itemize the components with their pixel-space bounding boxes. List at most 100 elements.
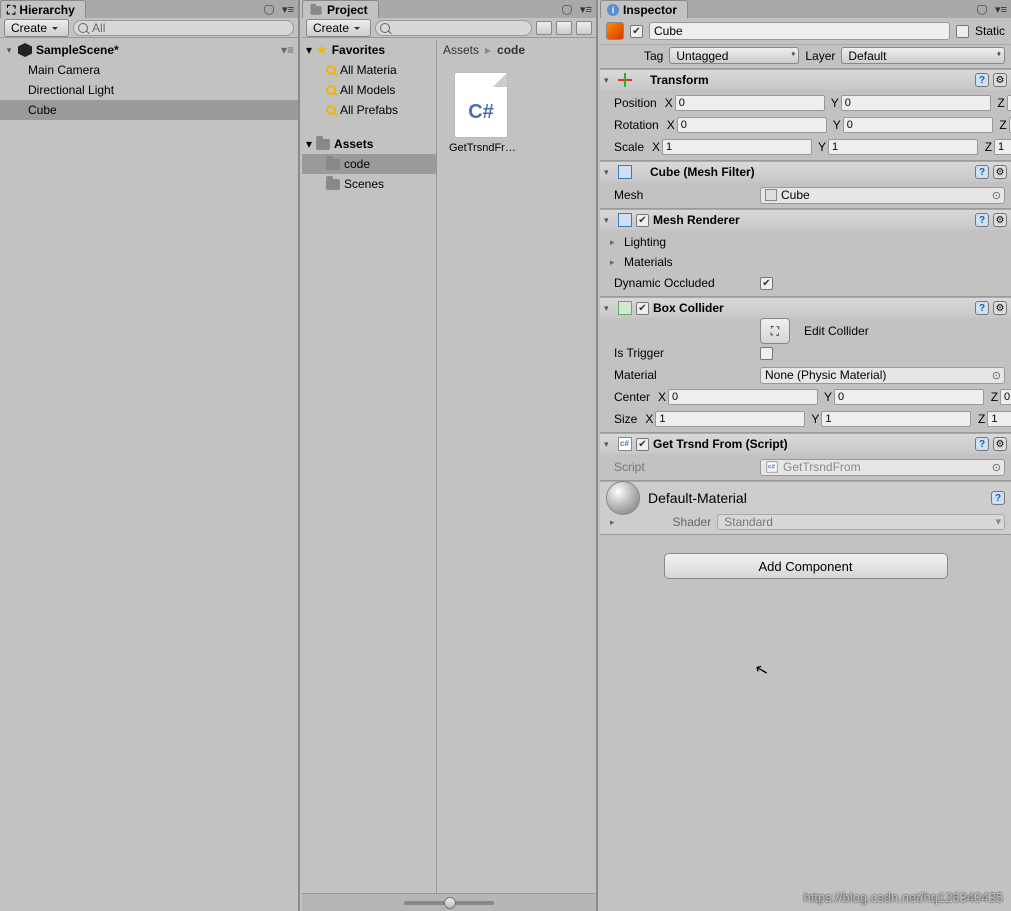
scene-row[interactable]: SampleScene* ▾≡ xyxy=(0,40,298,60)
folder-scenes[interactable]: Scenes xyxy=(302,174,436,194)
inspector-lock-icon[interactable] xyxy=(973,0,991,18)
settings-icon[interactable]: ⚙ xyxy=(993,301,1007,315)
inspector-menu-icon[interactable]: ▾≡ xyxy=(991,0,1011,18)
favorite-item[interactable]: All Materia xyxy=(302,60,436,80)
asset-script-thumb[interactable]: C# GetTrsndFr… xyxy=(449,72,513,154)
boxcollider-enable-checkbox[interactable]: ✔ xyxy=(636,302,649,315)
foldout-icon[interactable] xyxy=(604,303,614,314)
script-enable-checkbox[interactable]: ✔ xyxy=(636,438,649,451)
size-x-input[interactable] xyxy=(655,411,805,427)
gameobject-icon[interactable] xyxy=(606,22,624,40)
thumbnail-size-slider[interactable] xyxy=(404,901,494,905)
folder-label: Scenes xyxy=(344,177,384,191)
position-x-input[interactable] xyxy=(675,95,825,111)
settings-icon[interactable]: ⚙ xyxy=(993,165,1007,179)
foldout-icon[interactable] xyxy=(604,439,614,450)
material-preview-icon[interactable] xyxy=(606,481,640,515)
help-icon[interactable]: ? xyxy=(975,301,989,315)
project-lock-icon[interactable] xyxy=(558,0,576,18)
scale-y-input[interactable] xyxy=(828,139,978,155)
add-component-button[interactable]: Add Component xyxy=(664,553,948,579)
static-checkbox[interactable] xyxy=(956,25,969,38)
inspector-tab[interactable]: i Inspector xyxy=(600,0,688,18)
hierarchy-item-light[interactable]: Directional Light xyxy=(0,80,298,100)
assets-row[interactable]: Assets xyxy=(302,134,436,154)
center-x-input[interactable] xyxy=(668,389,818,405)
favorite-item[interactable]: All Models xyxy=(302,80,436,100)
edit-collider-button[interactable]: ⛶ xyxy=(760,318,790,344)
project-menu-icon[interactable]: ▾≡ xyxy=(576,0,596,18)
project-panel: Project ▾≡ Create ★ Favorites All Materi… xyxy=(302,0,598,911)
material-help-icon[interactable]: ? xyxy=(991,491,1005,505)
foldout-icon xyxy=(610,237,620,248)
foldout-icon[interactable] xyxy=(306,43,312,57)
folder-code[interactable]: code xyxy=(302,154,436,174)
gameobject-name-input[interactable] xyxy=(649,22,950,40)
scale-z-input[interactable] xyxy=(994,139,1011,155)
breadcrumb-segment[interactable]: Assets xyxy=(443,43,479,57)
hierarchy-search-input[interactable]: All xyxy=(73,20,294,36)
folder-icon xyxy=(326,159,340,170)
axis-z-label: Z xyxy=(980,140,992,154)
mesh-object-field[interactable]: Cube xyxy=(760,187,1005,204)
scene-menu-icon[interactable]: ▾≡ xyxy=(281,43,294,57)
foldout-icon[interactable] xyxy=(604,215,614,226)
rotation-y-input[interactable] xyxy=(843,117,993,133)
physic-material-field[interactable]: None (Physic Material) xyxy=(760,367,1005,384)
foldout-icon[interactable] xyxy=(604,75,614,86)
materials-foldout[interactable]: Materials xyxy=(606,252,1005,272)
project-grid[interactable]: Assets ▸ code C# GetTrsndFr… xyxy=(437,40,596,893)
axis-z-label: Z xyxy=(986,390,998,404)
favorite-item-label: All Materia xyxy=(340,63,397,77)
breadcrumb-separator: ▸ xyxy=(485,43,491,57)
mesh-label: Mesh xyxy=(606,188,756,202)
size-z-input[interactable] xyxy=(987,411,1011,427)
rotation-x-input[interactable] xyxy=(677,117,827,133)
meshrenderer-enable-checkbox[interactable]: ✔ xyxy=(636,214,649,227)
hierarchy-item-camera[interactable]: Main Camera xyxy=(0,60,298,80)
project-search-input[interactable] xyxy=(375,20,532,36)
material-name: Default-Material xyxy=(648,490,983,506)
gameobject-active-checkbox[interactable]: ✔ xyxy=(630,25,643,38)
layer-dropdown[interactable]: Default xyxy=(841,47,1005,64)
folder-icon xyxy=(326,179,340,190)
project-label-icon[interactable] xyxy=(556,21,572,35)
project-favorite-icon[interactable] xyxy=(576,21,592,35)
foldout-icon[interactable] xyxy=(604,167,614,178)
material-foldout-icon[interactable] xyxy=(610,517,615,528)
script-object-field[interactable]: GetTrsndFrom xyxy=(760,459,1005,476)
center-y-input[interactable] xyxy=(834,389,984,405)
shader-dropdown[interactable]: Standard xyxy=(717,514,1005,530)
tag-dropdown[interactable]: Untagged xyxy=(669,47,799,64)
help-icon[interactable]: ? xyxy=(975,165,989,179)
watermark: https://blog.csdn.net/hq126340435 xyxy=(804,890,1004,905)
project-filter-icon[interactable] xyxy=(536,21,552,35)
hierarchy-tab[interactable]: ⛶ Hierarchy xyxy=(0,0,86,18)
center-z-input[interactable] xyxy=(1000,389,1011,405)
dynamic-occluded-checkbox[interactable]: ✔ xyxy=(760,277,773,290)
project-create-button[interactable]: Create xyxy=(306,19,371,37)
position-y-input[interactable] xyxy=(841,95,991,111)
breadcrumb-segment[interactable]: code xyxy=(497,43,525,57)
help-icon[interactable]: ? xyxy=(975,213,989,227)
foldout-icon[interactable] xyxy=(4,45,14,56)
info-icon: i xyxy=(607,4,619,16)
lighting-foldout[interactable]: Lighting xyxy=(606,232,1005,252)
settings-icon[interactable]: ⚙ xyxy=(993,437,1007,451)
hierarchy-create-button[interactable]: Create xyxy=(4,19,69,37)
hierarchy-lock-icon[interactable] xyxy=(260,0,278,18)
foldout-icon[interactable] xyxy=(306,137,312,151)
position-z-input[interactable] xyxy=(1007,95,1011,111)
settings-icon[interactable]: ⚙ xyxy=(993,213,1007,227)
settings-icon[interactable]: ⚙ xyxy=(993,73,1007,87)
favorite-item[interactable]: All Prefabs xyxy=(302,100,436,120)
help-icon[interactable]: ? xyxy=(975,437,989,451)
help-icon[interactable]: ? xyxy=(975,73,989,87)
scale-x-input[interactable] xyxy=(662,139,812,155)
hierarchy-menu-icon[interactable]: ▾≡ xyxy=(278,0,298,18)
favorites-row[interactable]: ★ Favorites xyxy=(302,40,436,60)
is-trigger-checkbox[interactable] xyxy=(760,347,773,360)
project-tab[interactable]: Project xyxy=(302,0,379,18)
size-y-input[interactable] xyxy=(821,411,971,427)
hierarchy-item-cube[interactable]: Cube xyxy=(0,100,298,120)
